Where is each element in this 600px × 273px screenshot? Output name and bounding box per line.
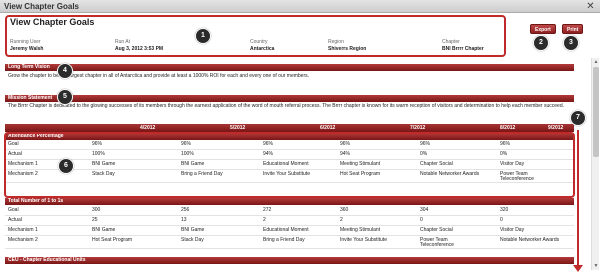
export-button[interactable]: Export bbox=[530, 24, 556, 34]
table-cell: Educational Moment bbox=[263, 227, 309, 233]
mission-statement-heading: Mission Statement bbox=[8, 95, 53, 101]
table-cell: Chapter Social bbox=[420, 227, 453, 233]
long-term-vision-header: Long Term Vision bbox=[5, 64, 574, 71]
long-term-vision-text: Grow the chapter to be the largest chapt… bbox=[8, 73, 310, 79]
callout-badge-2: 2 bbox=[533, 35, 549, 51]
mission-statement-header: Mission Statement bbox=[5, 95, 574, 102]
table-row: Actual 25 13 2 2 0 0 bbox=[5, 216, 574, 226]
callout-badge-7: 7 bbox=[570, 110, 586, 126]
close-icon[interactable]: ✕ bbox=[585, 1, 596, 12]
month-header: 8/2012 bbox=[500, 125, 516, 131]
table-cell: Notable Networker Awards bbox=[500, 237, 560, 243]
table-row: Goal 300 256 272 360 304 320 bbox=[5, 206, 574, 216]
row-label: Mechanism 2 bbox=[8, 237, 38, 243]
table-cell: Hot Seat Program bbox=[92, 237, 133, 243]
table-cell: BNI Game bbox=[92, 227, 116, 233]
table-header-months: 4/2012 5/2012 6/2012 7/2012 8/2012 9/201… bbox=[5, 124, 574, 132]
table-cell: 304 bbox=[420, 207, 429, 213]
table-cell: BNI Game bbox=[181, 227, 205, 233]
month-header: 6/2012 bbox=[320, 125, 336, 131]
table-cell: 0 bbox=[420, 217, 423, 223]
ceu-heading: CEU - Chapter Educational Units bbox=[8, 257, 86, 263]
view-chapter-goals-window: View Chapter Goals ✕ View Chapter Goals … bbox=[0, 0, 600, 273]
ceu-section-header: CEU - Chapter Educational Units bbox=[5, 257, 574, 264]
table-cell: 360 bbox=[340, 207, 349, 213]
callout-badge-1: 1 bbox=[195, 28, 211, 44]
table-cell: Meeting Stimulant bbox=[340, 227, 381, 233]
arrow-up-icon[interactable]: ▲ bbox=[592, 58, 600, 66]
long-term-vision-heading: Long Term Vision bbox=[8, 64, 50, 70]
month-header: 7/2012 bbox=[410, 125, 426, 131]
window-titlebar: View Chapter Goals ✕ bbox=[0, 0, 600, 13]
table-cell: Stack Day bbox=[181, 237, 204, 243]
scrollbar-thumb[interactable] bbox=[593, 67, 599, 157]
mission-statement-text: The Brrrr Chapter is dedicated to the gl… bbox=[8, 103, 565, 109]
scroll-callout-arrow bbox=[577, 130, 579, 268]
table-cell: Bring a Friend Day bbox=[263, 237, 305, 243]
window-title: View Chapter Goals bbox=[4, 2, 79, 11]
month-header: 5/2012 bbox=[230, 125, 246, 131]
table-row: Mechanism 1 BNI Game BNI Game Educationa… bbox=[5, 226, 574, 236]
scroll-callout-arrowhead bbox=[573, 265, 583, 272]
callout-badge-5: 5 bbox=[57, 89, 73, 105]
callout-box-header bbox=[5, 15, 506, 57]
month-header: 4/2012 bbox=[140, 125, 156, 131]
table-row: Mechanism 2 Hot Seat Program Stack Day B… bbox=[5, 236, 574, 249]
row-label: Actual bbox=[8, 217, 22, 223]
one-to-ones-section-header: Total Number of 1 to 1s bbox=[5, 198, 574, 205]
vertical-scrollbar[interactable]: ▲ ▼ bbox=[591, 58, 599, 270]
one-to-ones-heading: Total Number of 1 to 1s bbox=[8, 198, 64, 204]
table-cell: 300 bbox=[92, 207, 101, 213]
table-cell: 256 bbox=[181, 207, 190, 213]
table-cell: 272 bbox=[263, 207, 272, 213]
row-label: Goal bbox=[8, 207, 19, 213]
table-cell: Power Team Teleconference bbox=[420, 237, 454, 248]
print-button[interactable]: Print bbox=[562, 24, 584, 34]
table-cell: 13 bbox=[181, 217, 187, 223]
table-cell: Invite Your Substitute bbox=[340, 237, 387, 243]
callout-badge-4: 4 bbox=[57, 63, 73, 79]
table-cell: 320 bbox=[500, 207, 509, 213]
arrow-down-icon[interactable]: ▼ bbox=[592, 262, 600, 270]
row-label: Mechanism 1 bbox=[8, 227, 38, 233]
table-cell: 0 bbox=[500, 217, 503, 223]
callout-badge-3: 3 bbox=[563, 35, 579, 51]
table-cell: 2 bbox=[340, 217, 343, 223]
table-cell: 25 bbox=[92, 217, 98, 223]
month-header: 9/2012 bbox=[548, 125, 564, 131]
callout-box-attendance bbox=[4, 132, 575, 198]
table-cell: 2 bbox=[263, 217, 266, 223]
table-cell: Visitor Day bbox=[500, 227, 525, 233]
callout-badge-6: 6 bbox=[58, 158, 74, 174]
